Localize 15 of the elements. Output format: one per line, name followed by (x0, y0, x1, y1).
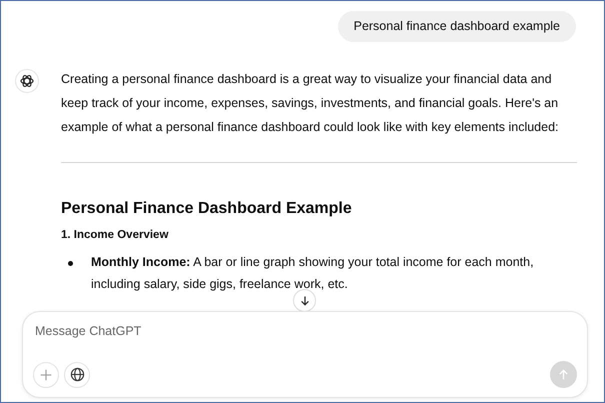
attach-button[interactable] (33, 362, 59, 388)
globe-icon (70, 367, 84, 382)
user-message: Personal finance dashboard example (338, 11, 576, 42)
message-input[interactable]: Message ChatGPT (33, 322, 577, 340)
scroll-down-button[interactable] (293, 289, 316, 312)
logo-icon (15, 69, 39, 93)
arrow-down-icon (298, 294, 310, 306)
response-paragraph: Creating a personal finance dashboard is a great way to visualize your financial data and keep track of your income, expenses, savings, investments, and financial goals. Here's an example of what a personal finance dashboard could look like with key elements included: (61, 71, 560, 136)
bullet-icon (68, 261, 73, 266)
bullet-text: Monthly Income: A bar or line graph showing your total income for each month, including salary, side gigs, freelance work, etc. (91, 254, 535, 293)
plus-icon (39, 368, 53, 382)
search-web-button[interactable] (64, 362, 90, 388)
arrow-up-icon (557, 368, 570, 381)
section-heading: 1. Income Overview (61, 228, 170, 243)
response-heading: Personal Finance Dashboard Example (61, 199, 353, 219)
